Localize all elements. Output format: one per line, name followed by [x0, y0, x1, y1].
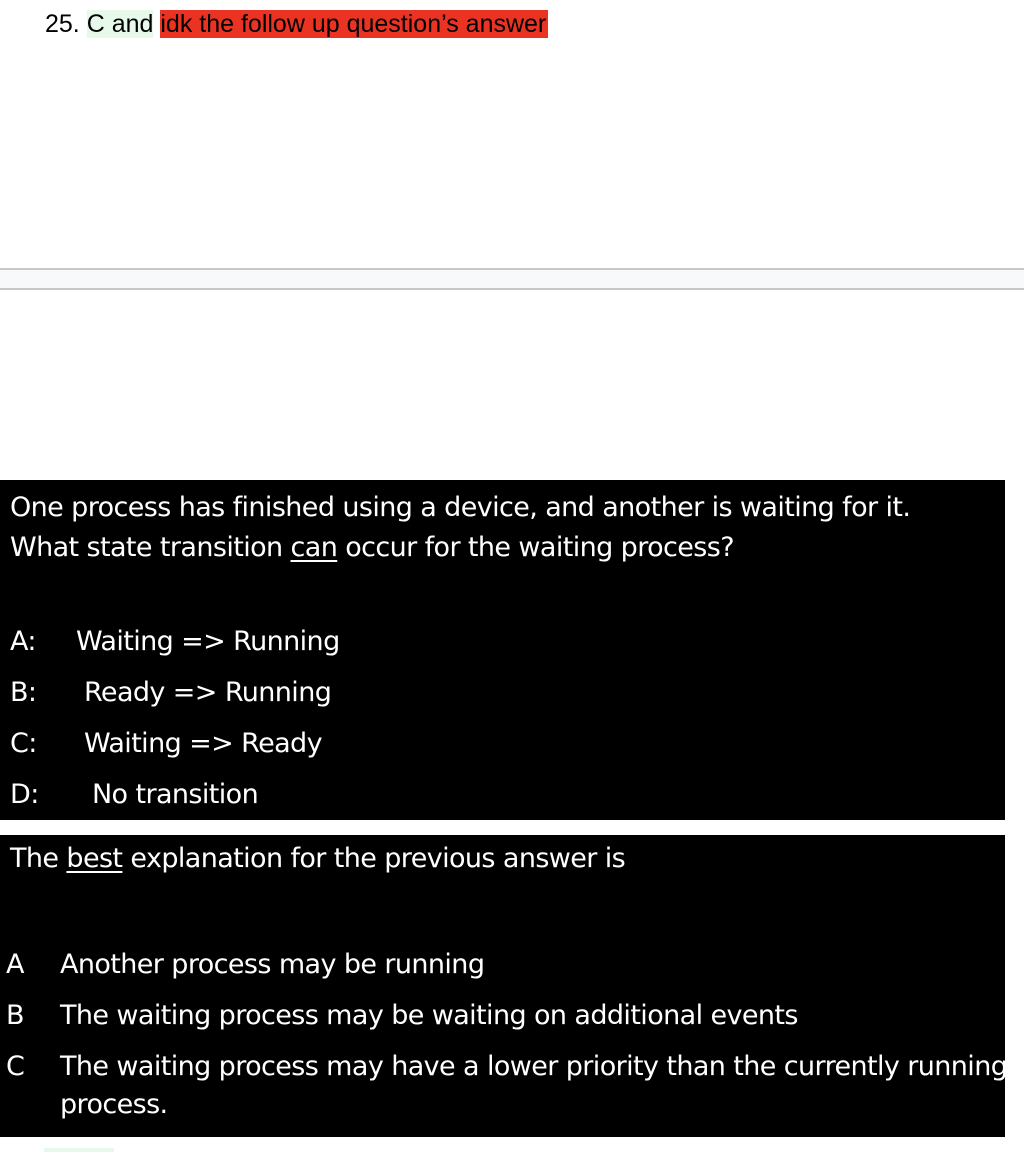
question-number: 25.: [45, 10, 87, 38]
option-d: D: No transition: [10, 779, 259, 810]
emphasized-word: can: [290, 532, 338, 563]
option-label: D:: [10, 779, 39, 810]
comment-highlight: idk the follow up question’s answer: [160, 10, 549, 38]
option-text: No transition: [76, 779, 259, 810]
question-line-2: What state transition can occur for the …: [10, 528, 910, 568]
followup-text-pre: The: [10, 843, 67, 874]
option-label: A: [6, 949, 24, 980]
option-text: Another process may be running: [60, 949, 485, 980]
question-text-post: occur for the waiting process?: [337, 532, 734, 563]
followup-question: The best explanation for the previous an…: [10, 843, 626, 874]
option-label: A:: [10, 626, 37, 657]
option-text: Waiting => Running: [76, 626, 340, 657]
option-a: A: Waiting => Running: [10, 626, 340, 657]
option-b: B: Ready => Running: [10, 677, 332, 708]
option-c: C: Waiting => Ready: [10, 728, 323, 759]
question-slide: One process has finished using a device,…: [0, 480, 1005, 820]
question-line-1: One process has finished using a device,…: [10, 492, 911, 523]
option-label: B: [6, 1000, 25, 1031]
followup-text-post: explanation for the previous answer is: [122, 843, 626, 874]
option-text: The waiting process may be waiting on ad…: [60, 1000, 798, 1031]
option-label: C: [6, 1051, 25, 1082]
question-text-pre: What state transition: [10, 532, 291, 563]
option-label: B:: [10, 677, 37, 708]
followup-slide: The best explanation for the previous an…: [0, 835, 1008, 1137]
page-divider: [0, 268, 1024, 290]
option-text: Waiting => Ready: [76, 728, 323, 759]
question-text: One process has finished using a device,…: [10, 488, 911, 568]
option-label: C:: [10, 728, 37, 759]
partial-highlight: [44, 1148, 114, 1152]
option-text: The waiting process may have a lower pri…: [60, 1051, 1008, 1120]
answer-note: 25. C and idk the follow up question’s a…: [45, 7, 549, 41]
emphasized-word: best: [66, 843, 123, 874]
answer-highlight: C and: [86, 10, 154, 38]
option-text: Ready => Running: [76, 677, 332, 708]
